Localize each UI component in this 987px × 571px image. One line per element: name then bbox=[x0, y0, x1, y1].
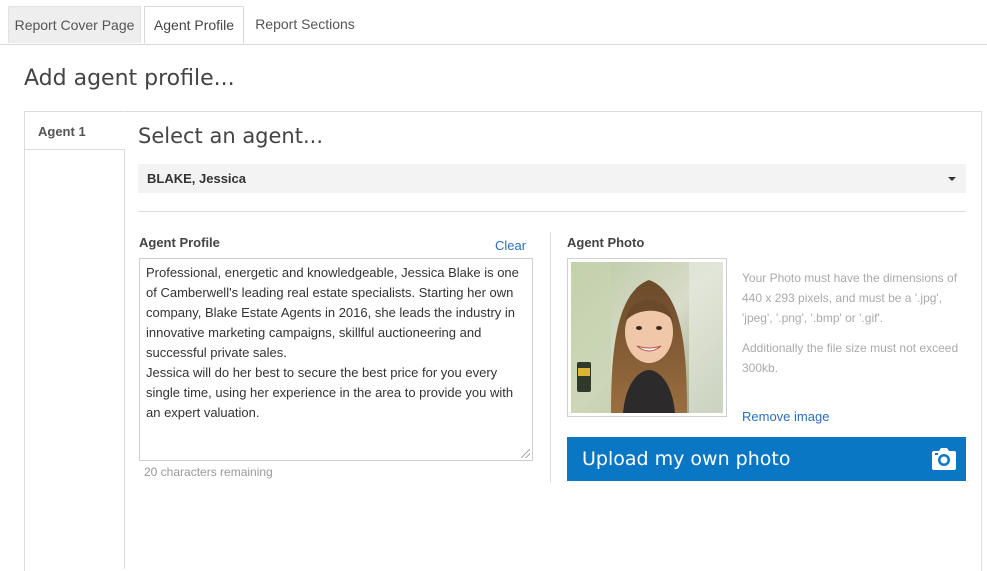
page-title: Add agent profile... bbox=[24, 66, 235, 91]
clear-link[interactable]: Clear bbox=[495, 238, 526, 253]
section-divider bbox=[138, 211, 966, 212]
tab-report-cover-page[interactable]: Report Cover Page bbox=[8, 6, 141, 43]
chevron-down-icon bbox=[948, 177, 956, 181]
remove-image-link[interactable]: Remove image bbox=[742, 409, 829, 424]
agent-profile-label: Agent Profile bbox=[139, 235, 220, 250]
column-divider bbox=[550, 232, 551, 483]
tab-agent-profile[interactable]: Agent Profile bbox=[144, 6, 244, 44]
resize-handle[interactable] bbox=[521, 449, 530, 458]
agent-photo-image bbox=[571, 262, 723, 413]
chars-remaining: 20 characters remaining bbox=[144, 465, 273, 479]
agent-photo bbox=[567, 258, 727, 417]
photo-size-hint: Additionally the file size must not exce… bbox=[742, 341, 959, 375]
upload-photo-button[interactable]: Upload my own photo bbox=[567, 437, 966, 481]
camera-icon bbox=[932, 448, 956, 470]
photo-dimensions-hint: Your Photo must have the dimensions of 4… bbox=[742, 271, 958, 325]
agent-photo-label: Agent Photo bbox=[567, 235, 645, 250]
agent-profile-textarea[interactable]: Professional, energetic and knowledgeabl… bbox=[139, 258, 533, 461]
upload-photo-label: Upload my own photo bbox=[582, 448, 791, 470]
tab-report-sections[interactable]: Report Sections bbox=[246, 6, 364, 43]
tab-agent-1[interactable]: Agent 1 bbox=[24, 111, 125, 150]
agent-tab-divider bbox=[124, 149, 125, 569]
agent-select[interactable]: BLAKE, Jessica bbox=[138, 164, 966, 193]
tab-bar: Report Cover Page Agent Profile Report S… bbox=[0, 0, 987, 45]
agent-select-value: BLAKE, Jessica bbox=[147, 171, 246, 186]
select-agent-heading: Select an agent... bbox=[138, 124, 324, 148]
